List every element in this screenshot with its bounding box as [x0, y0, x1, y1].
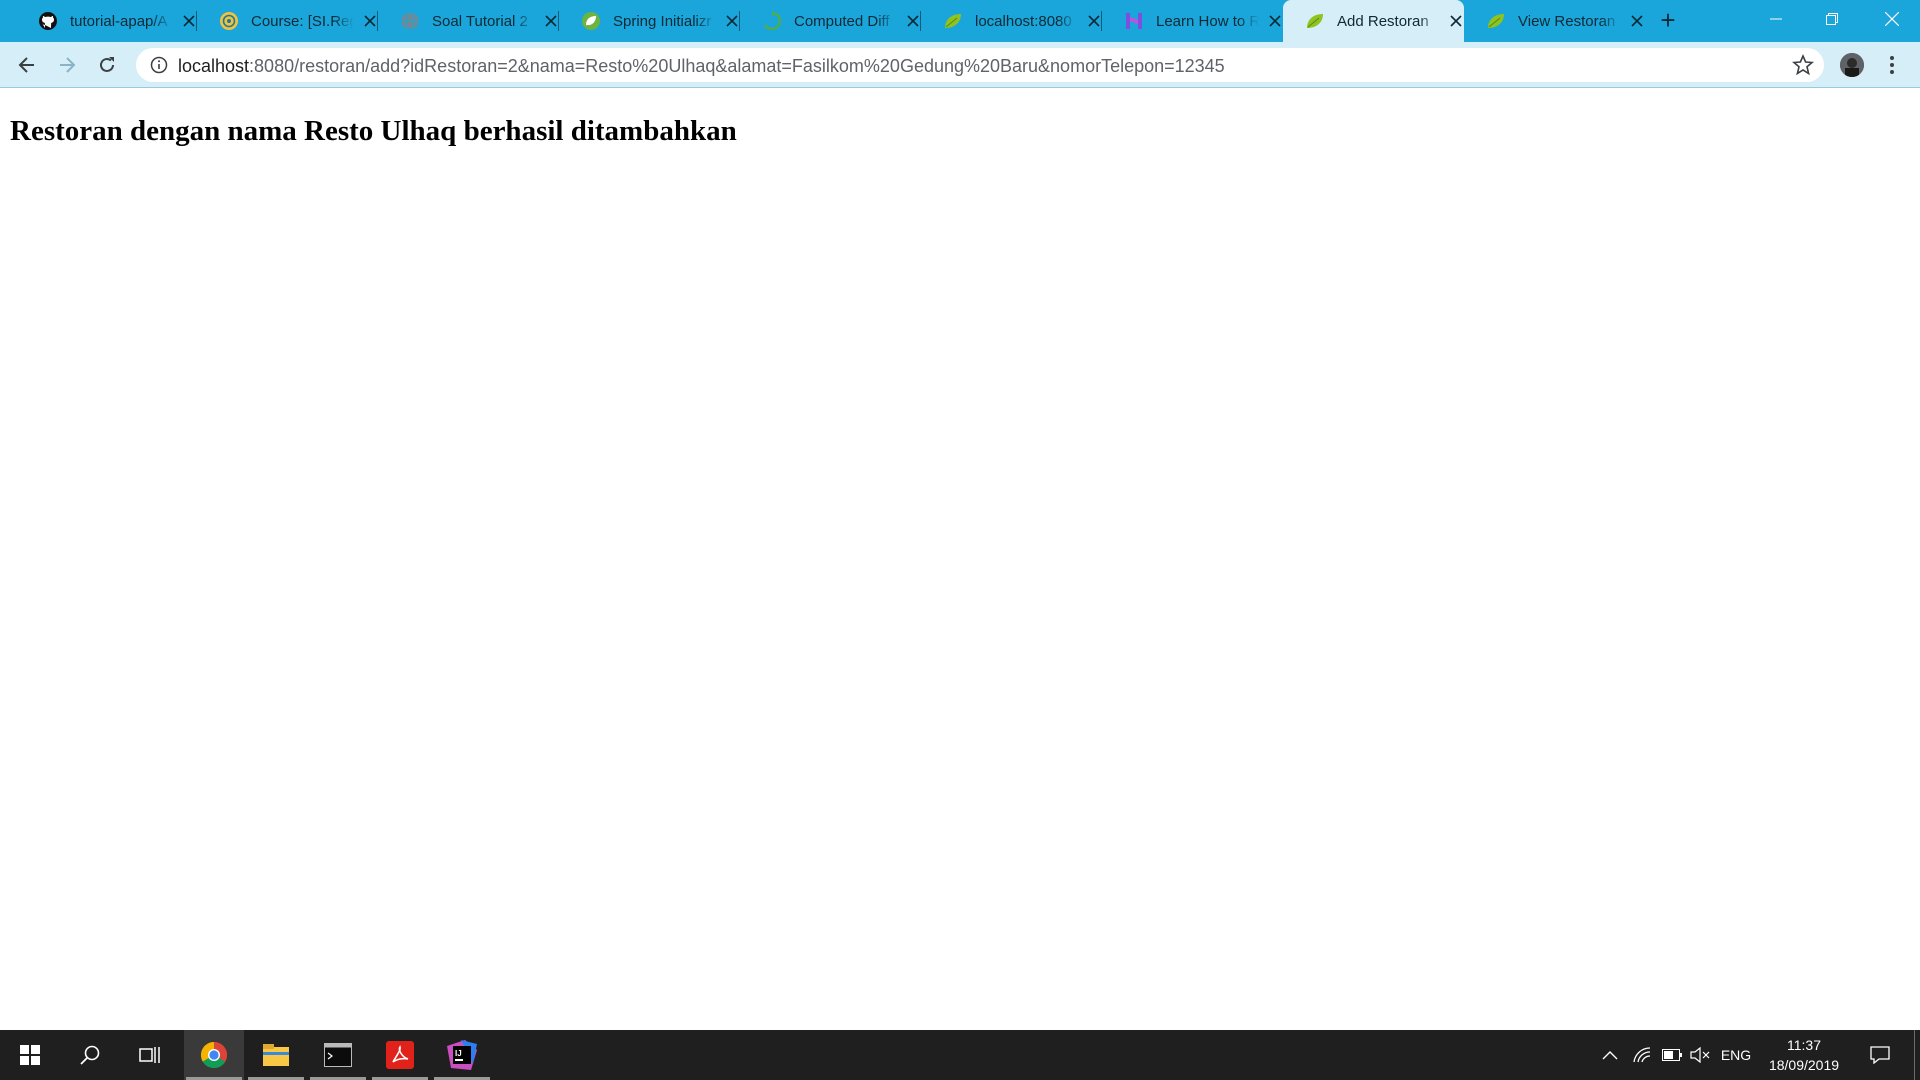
leaf-icon: [943, 11, 963, 31]
tab-title: View Restoran: [1518, 12, 1616, 30]
leaf-icon: [1486, 11, 1506, 31]
success-message: Restoran dengan nama Resto Ulhaq berhasi…: [10, 115, 737, 147]
system-clock[interactable]: 11:37 18/09/2019: [1756, 1035, 1852, 1075]
url-path: :8080/restoran/add?idRestoran=2&nama=Res…: [249, 56, 1225, 76]
show-desktop-button[interactable]: [1914, 1030, 1915, 1080]
battery-button[interactable]: [1660, 1030, 1684, 1080]
task-view-icon: [139, 1047, 160, 1063]
chevron-up-icon: [1602, 1051, 1618, 1060]
diff-icon: [762, 11, 782, 31]
tab-spring-initializr[interactable]: Spring Initializr: [559, 0, 740, 42]
h-icon: [1124, 11, 1144, 31]
taskbar-intellij[interactable]: IJ: [432, 1030, 492, 1080]
info-icon[interactable]: [150, 56, 168, 74]
url-host: localhost: [178, 56, 250, 76]
tab-add-restoran[interactable]: Add Restoran: [1283, 0, 1464, 42]
tab-learn-how-to-r[interactable]: Learn How to R: [1102, 0, 1283, 42]
tab-close-icon[interactable]: [1448, 13, 1464, 29]
terminal-icon: [324, 1043, 352, 1067]
tab-computed-diff[interactable]: Computed Diff: [740, 0, 921, 42]
restore-icon: [1826, 13, 1838, 25]
volume-button[interactable]: [1688, 1030, 1712, 1080]
close-icon: [1885, 12, 1899, 26]
browser-toolbar: localhost:8080/restoran/add?idRestoran=2…: [0, 42, 1920, 88]
back-arrow-icon: [18, 57, 34, 73]
page-content: Restoran dengan nama Resto Ulhaq berhasi…: [0, 89, 1920, 1030]
tab-title: Course: [SI.Reg: [251, 12, 354, 30]
minimize-icon: [1770, 18, 1782, 20]
clock-time: 11:37: [1787, 1037, 1821, 1053]
file-explorer-icon: [263, 1044, 289, 1066]
reload-button[interactable]: [92, 50, 122, 80]
avatar-icon: [1840, 53, 1864, 77]
university-icon: [219, 11, 239, 31]
taskbar-file-explorer[interactable]: [246, 1030, 306, 1080]
tab-title: localhost:8080: [975, 12, 1072, 30]
forward-button[interactable]: [52, 50, 82, 80]
wifi-icon: [1633, 1047, 1651, 1063]
windows-start-icon: [20, 1045, 40, 1065]
browser-menu-button[interactable]: [1880, 52, 1904, 78]
show-hidden-icons-button[interactable]: [1598, 1030, 1622, 1080]
tab-close-icon[interactable]: [181, 13, 197, 29]
search-button[interactable]: [60, 1030, 120, 1080]
tab-course-si-reg[interactable]: Course: [SI.Reg: [197, 0, 378, 42]
notifications-button[interactable]: [1866, 1030, 1894, 1080]
tab-tutorial-apap-a[interactable]: tutorial-apap/A: [16, 0, 197, 42]
taskbar-chrome[interactable]: [184, 1030, 244, 1080]
tab-close-icon[interactable]: [543, 13, 559, 29]
back-button[interactable]: [12, 50, 42, 80]
minimize-button[interactable]: [1748, 0, 1804, 38]
tab-close-icon[interactable]: [905, 13, 921, 29]
tab-title: Spring Initializr: [613, 12, 712, 30]
bookmark-star-icon[interactable]: [1792, 54, 1814, 76]
globe-icon: [400, 11, 420, 31]
language-indicator[interactable]: ENG: [1718, 1030, 1754, 1080]
profile-avatar[interactable]: [1840, 53, 1864, 77]
search-icon: [80, 1045, 100, 1065]
taskbar-terminal[interactable]: [308, 1030, 368, 1080]
tab-title: Soal Tutorial 2: [432, 12, 528, 30]
tab-close-icon[interactable]: [1086, 13, 1102, 29]
tab-soal-tutorial-2[interactable]: Soal Tutorial 2: [378, 0, 559, 42]
new-tab-button[interactable]: +: [1656, 7, 1680, 33]
acrobat-icon: [386, 1041, 414, 1069]
url-text[interactable]: localhost:8080/restoran/add?idRestoran=2…: [178, 56, 1225, 77]
chrome-icon: [200, 1041, 228, 1069]
tab-close-icon[interactable]: [1267, 13, 1283, 29]
task-view-button[interactable]: [120, 1030, 180, 1080]
forward-arrow-icon: [60, 57, 76, 73]
tab-close-icon[interactable]: [1629, 13, 1645, 29]
tab-title: Computed Diff: [794, 12, 890, 30]
tab-view-restoran[interactable]: View Restoran: [1464, 0, 1645, 42]
tab-title: Add Restoran: [1337, 12, 1429, 30]
intellij-icon: IJ: [447, 1040, 477, 1070]
tab-close-icon[interactable]: [724, 13, 740, 29]
clock-date: 18/09/2019: [1768, 1057, 1840, 1073]
notification-icon: [1870, 1046, 1890, 1064]
tab-close-icon[interactable]: [362, 13, 378, 29]
taskbar-acrobat[interactable]: [370, 1030, 430, 1080]
leaf-icon: [1305, 11, 1325, 31]
svg-text:IJ: IJ: [455, 1049, 462, 1058]
tab-strip: tutorial-apap/A Course: [SI.Reg Soal Tutor…: [0, 0, 1920, 42]
tab-localhost-8080[interactable]: localhost:8080: [921, 0, 1102, 42]
network-button[interactable]: [1630, 1030, 1654, 1080]
reload-icon: [100, 57, 114, 72]
tab-title: Learn How to R: [1156, 12, 1259, 30]
address-bar[interactable]: localhost:8080/restoran/add?idRestoran=2…: [136, 48, 1824, 82]
windows-taskbar: IJ ENG 11:37 18/09/2019: [0, 1030, 1920, 1080]
start-button[interactable]: [0, 1030, 60, 1080]
github-icon: [38, 11, 58, 31]
spring-icon: [581, 11, 601, 31]
tab-title: tutorial-apap/A: [70, 12, 168, 30]
restore-button[interactable]: [1804, 0, 1860, 38]
battery-icon: [1662, 1049, 1682, 1061]
close-window-button[interactable]: [1864, 0, 1920, 38]
volume-muted-icon: [1690, 1047, 1710, 1063]
